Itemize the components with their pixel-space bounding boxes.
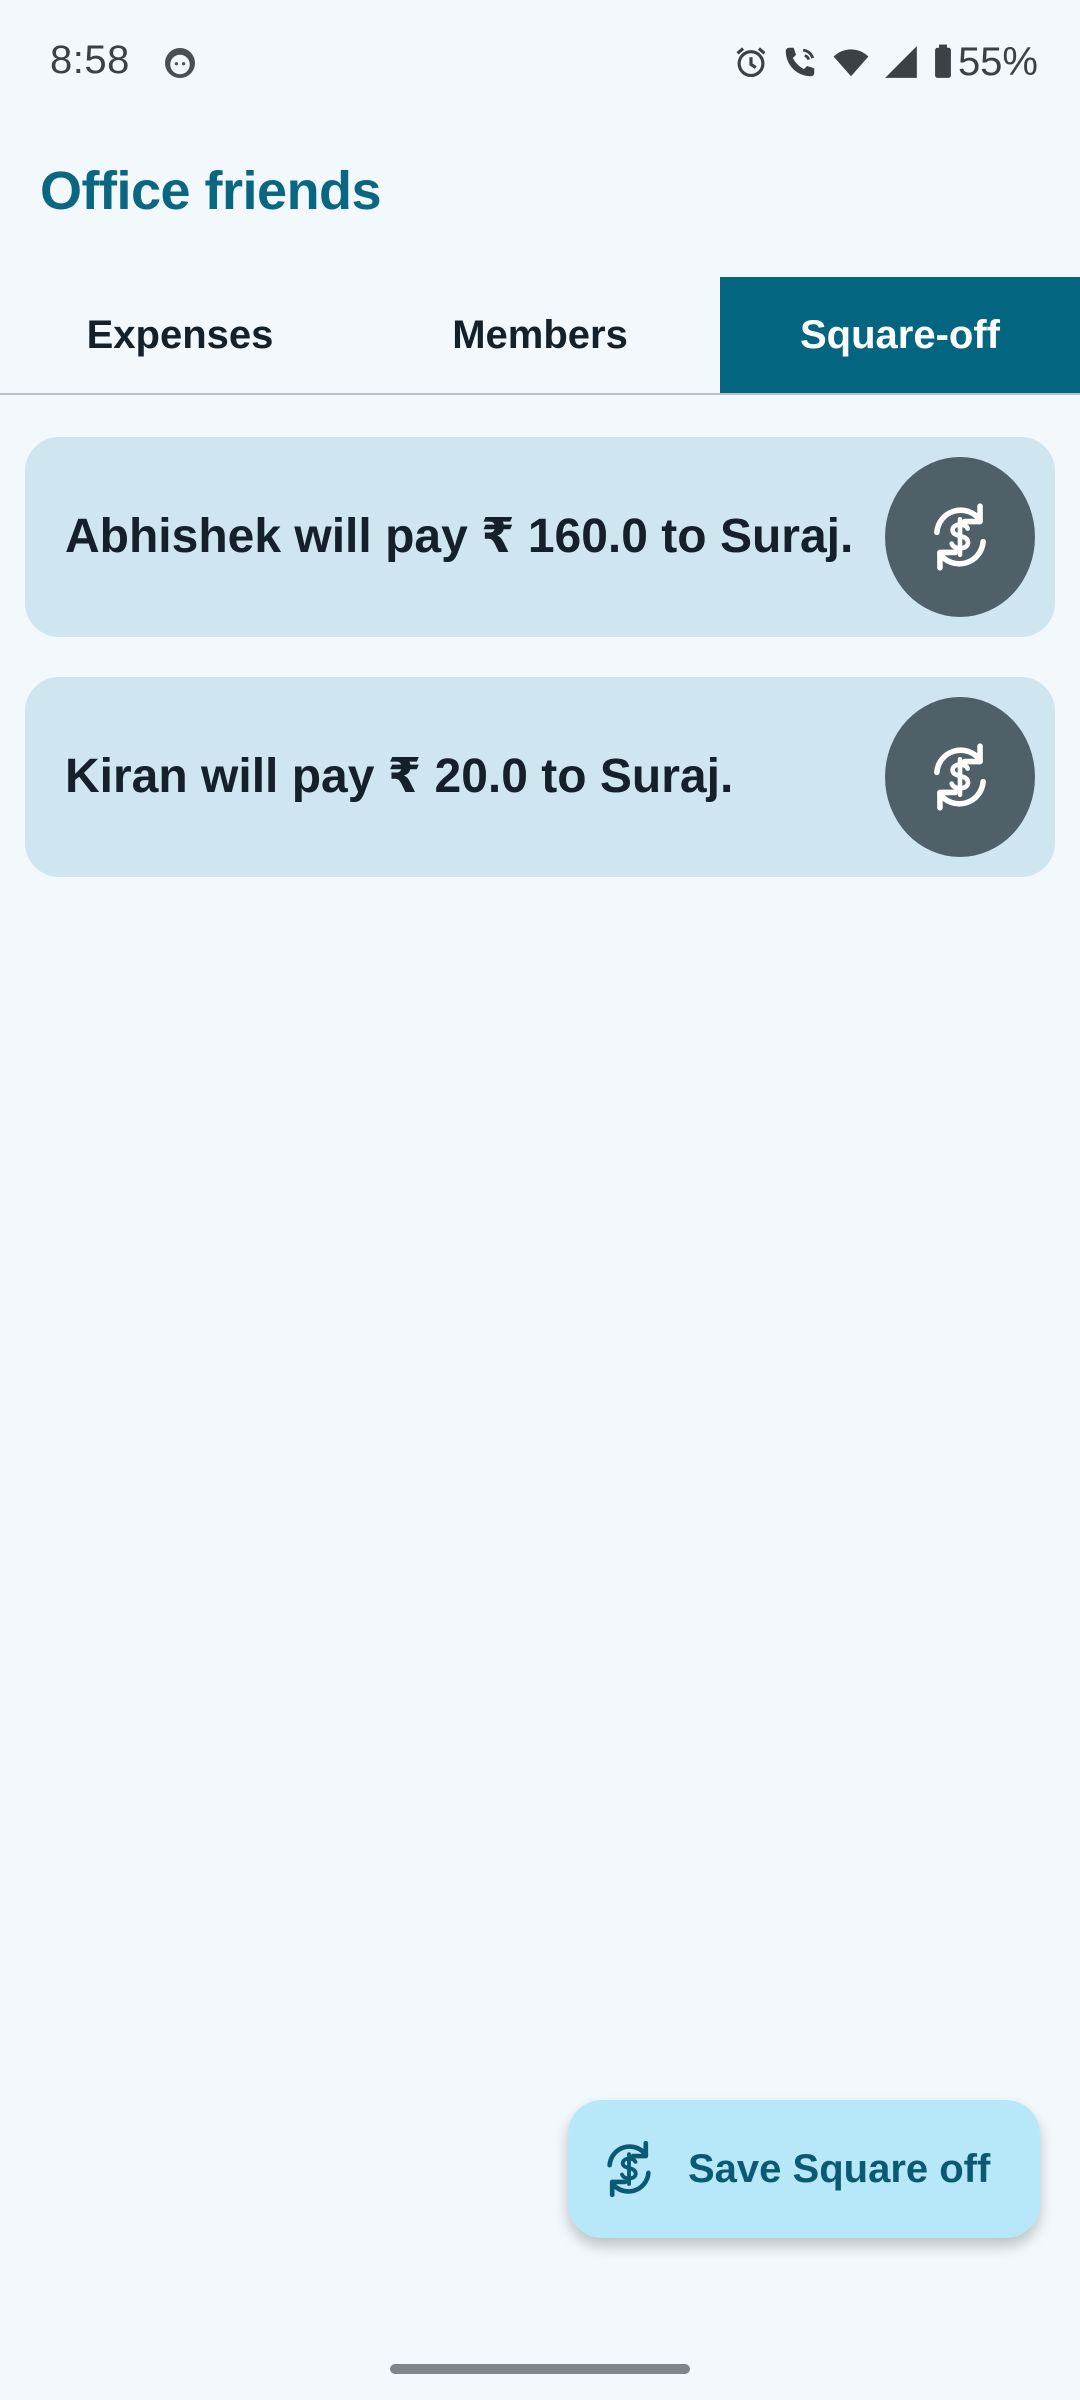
- currency-exchange-icon: [934, 503, 986, 571]
- app-screen: 8:58 55% Office friends Expenses Members…: [0, 0, 1080, 2400]
- home-gesture-handle[interactable]: [390, 2364, 690, 2374]
- wifi-calling-icon: [785, 47, 815, 77]
- settlement-card: Abhishek will pay ₹ 160.0 to Suraj.: [25, 437, 1055, 637]
- settle-button[interactable]: [885, 697, 1035, 857]
- settlement-card: Kiran will pay ₹ 20.0 to Suraj.: [25, 677, 1055, 877]
- battery-percentage: 55%: [957, 39, 1038, 84]
- cell-signal-icon: [885, 46, 917, 78]
- settlement-text: Kiran will pay ₹ 20.0 to Suraj.: [65, 750, 734, 803]
- tab-expenses[interactable]: Expenses: [0, 277, 360, 393]
- status-icons: 55%: [732, 40, 1038, 84]
- status-bar: 8:58 55%: [0, 0, 1080, 126]
- wifi-icon: [833, 49, 869, 77]
- page-title: Office friends: [40, 161, 382, 221]
- face-icon: [165, 48, 195, 78]
- settle-button[interactable]: [885, 457, 1035, 617]
- alarm-icon: [736, 47, 766, 78]
- tab-bar: Expenses Members Square-off: [0, 277, 1080, 395]
- battery-icon: [935, 44, 951, 78]
- save-square-off-button[interactable]: Save Square off: [568, 2100, 1040, 2238]
- tab-square-off[interactable]: Square-off: [720, 277, 1080, 393]
- settlement-text: Abhishek will pay ₹ 160.0 to Suraj.: [65, 510, 854, 563]
- status-time: 8:58: [50, 38, 130, 82]
- currency-exchange-icon: [934, 743, 986, 811]
- save-square-off-label: Save Square off: [688, 2146, 991, 2191]
- tab-members[interactable]: Members: [360, 277, 720, 393]
- currency-exchange-icon: [607, 2140, 651, 2198]
